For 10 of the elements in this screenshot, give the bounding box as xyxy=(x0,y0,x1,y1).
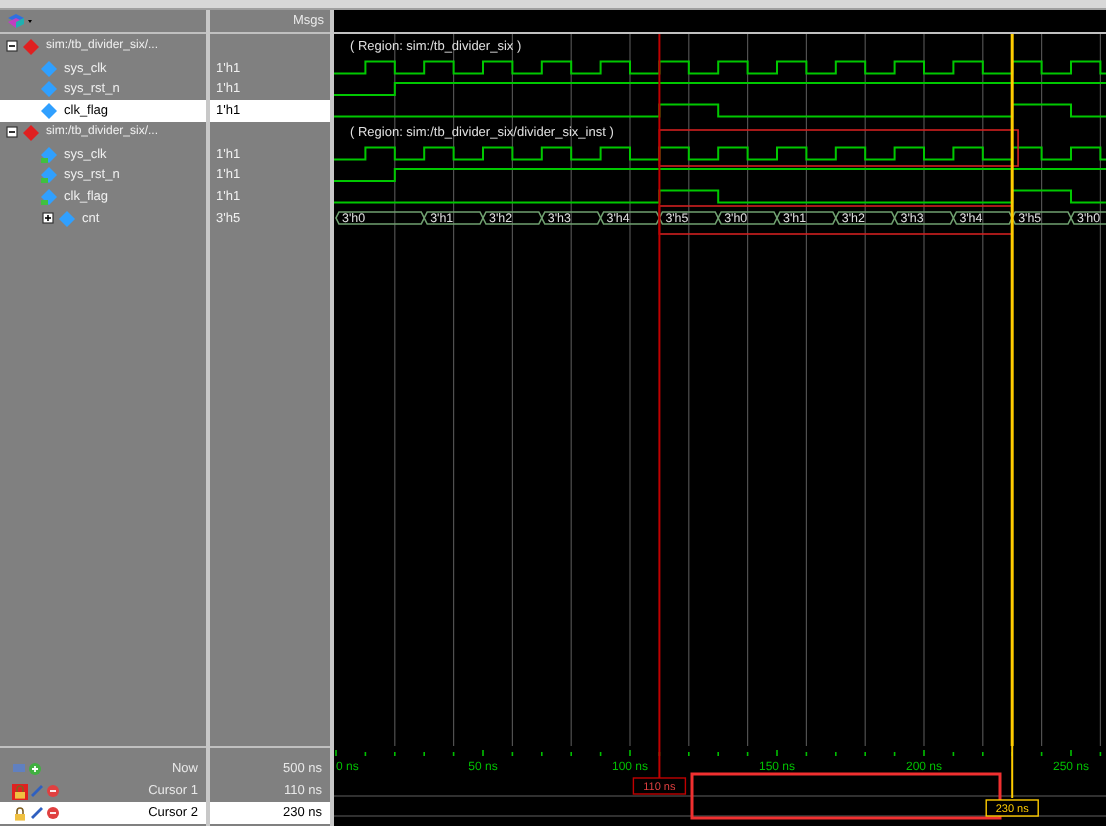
add-cursor-icon[interactable] xyxy=(28,762,42,776)
expand-toggle[interactable] xyxy=(6,126,18,139)
expand-toggle[interactable] xyxy=(42,212,54,225)
diamond-icon xyxy=(22,123,40,142)
diamond-icon xyxy=(22,37,40,56)
lock-icon[interactable] xyxy=(12,783,28,799)
expand-toggle[interactable] xyxy=(6,40,18,53)
remove-cursor-icon[interactable] xyxy=(46,806,60,820)
lock-icon[interactable] xyxy=(12,805,28,821)
remove-cursor-icon[interactable] xyxy=(46,784,60,798)
